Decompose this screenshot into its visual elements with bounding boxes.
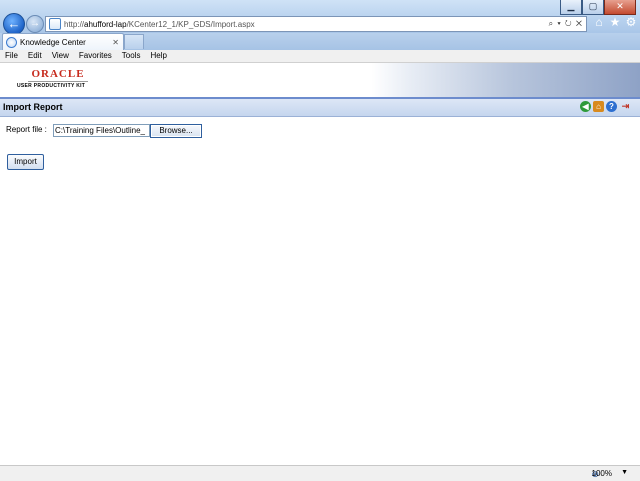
report-file-label: Report file : <box>6 125 47 134</box>
url-path: /KCenter12_1/KP_GDS/Import.aspx <box>126 19 255 29</box>
forward-arrow-icon: → <box>30 18 40 29</box>
forward-button[interactable]: → <box>26 15 44 33</box>
page-icon <box>49 18 61 30</box>
help-icon[interactable]: ? <box>606 101 617 112</box>
logout-icon[interactable]: ⇥ <box>620 101 631 112</box>
menu-edit[interactable]: Edit <box>23 50 47 62</box>
page-title-bar: Import Report ◀ ⌂ ? ⇥ <box>0 99 640 117</box>
back-arrow-icon: ← <box>7 16 21 31</box>
address-bar-tools[interactable]: ⌕ ▾ ↻ ✕ <box>549 19 583 29</box>
url-host: ahufford-lap <box>84 19 127 29</box>
tab-title: Knowledge Center <box>20 37 86 47</box>
home-icon[interactable]: ⌂ <box>592 15 606 29</box>
browse-button[interactable]: Browse... <box>150 124 202 138</box>
page-title: Import Report <box>3 102 63 112</box>
zoom-level[interactable]: 100% <box>592 468 612 479</box>
home-page-icon[interactable]: ⌂ <box>593 101 604 112</box>
browser-title-bar: ▁ ▢ ✕ ← → http://ahufford-lap/KCenter12_… <box>0 0 640 35</box>
url-prefix: http:// <box>64 19 85 29</box>
tab-close-icon[interactable]: ✕ <box>112 38 119 47</box>
oracle-brand: ORACLE <box>31 68 85 80</box>
logo-divider <box>28 81 88 82</box>
browser-tab[interactable]: Knowledge Center ✕ <box>2 33 124 50</box>
maximize-button[interactable]: ▢ <box>582 0 604 15</box>
product-name: USER PRODUCTIVITY KIT <box>17 83 86 89</box>
menu-favorites[interactable]: Favorites <box>74 50 117 62</box>
window-controls: ▁ ▢ ✕ <box>560 0 636 15</box>
import-button[interactable]: Import <box>7 154 44 170</box>
status-bar: ⊕ 100% ▼ <box>0 465 640 481</box>
page-header-banner: ORACLE USER PRODUCTIVITY KIT <box>0 63 640 97</box>
zoom-dropdown-icon[interactable]: ▼ <box>621 469 628 476</box>
favorites-star-icon[interactable]: ★ <box>608 15 622 29</box>
close-window-button[interactable]: ✕ <box>604 0 636 15</box>
tools-gear-icon[interactable]: ⚙ <box>624 15 638 29</box>
menu-file[interactable]: File <box>0 50 23 62</box>
menu-view[interactable]: View <box>47 50 74 62</box>
ie-page-icon <box>6 36 17 48</box>
menu-tools[interactable]: Tools <box>117 50 146 62</box>
go-back-icon[interactable]: ◀ <box>580 101 591 112</box>
address-url[interactable]: http://ahufford-lap/KCenter12_1/KP_GDS/I… <box>64 20 549 29</box>
back-button[interactable]: ← <box>3 13 25 35</box>
tab-strip: Knowledge Center ✕ <box>0 33 640 50</box>
oracle-logo: ORACLE USER PRODUCTIVITY KIT <box>17 68 88 89</box>
minimize-button[interactable]: ▁ <box>560 0 582 15</box>
menu-bar: File Edit View Favorites Tools Help <box>0 50 640 63</box>
address-bar[interactable]: http://ahufford-lap/KCenter12_1/KP_GDS/I… <box>45 16 587 32</box>
report-file-input[interactable]: C:\Training Files\Outline_ <box>53 124 150 137</box>
menu-help[interactable]: Help <box>145 50 171 62</box>
new-tab-button[interactable] <box>124 34 144 49</box>
